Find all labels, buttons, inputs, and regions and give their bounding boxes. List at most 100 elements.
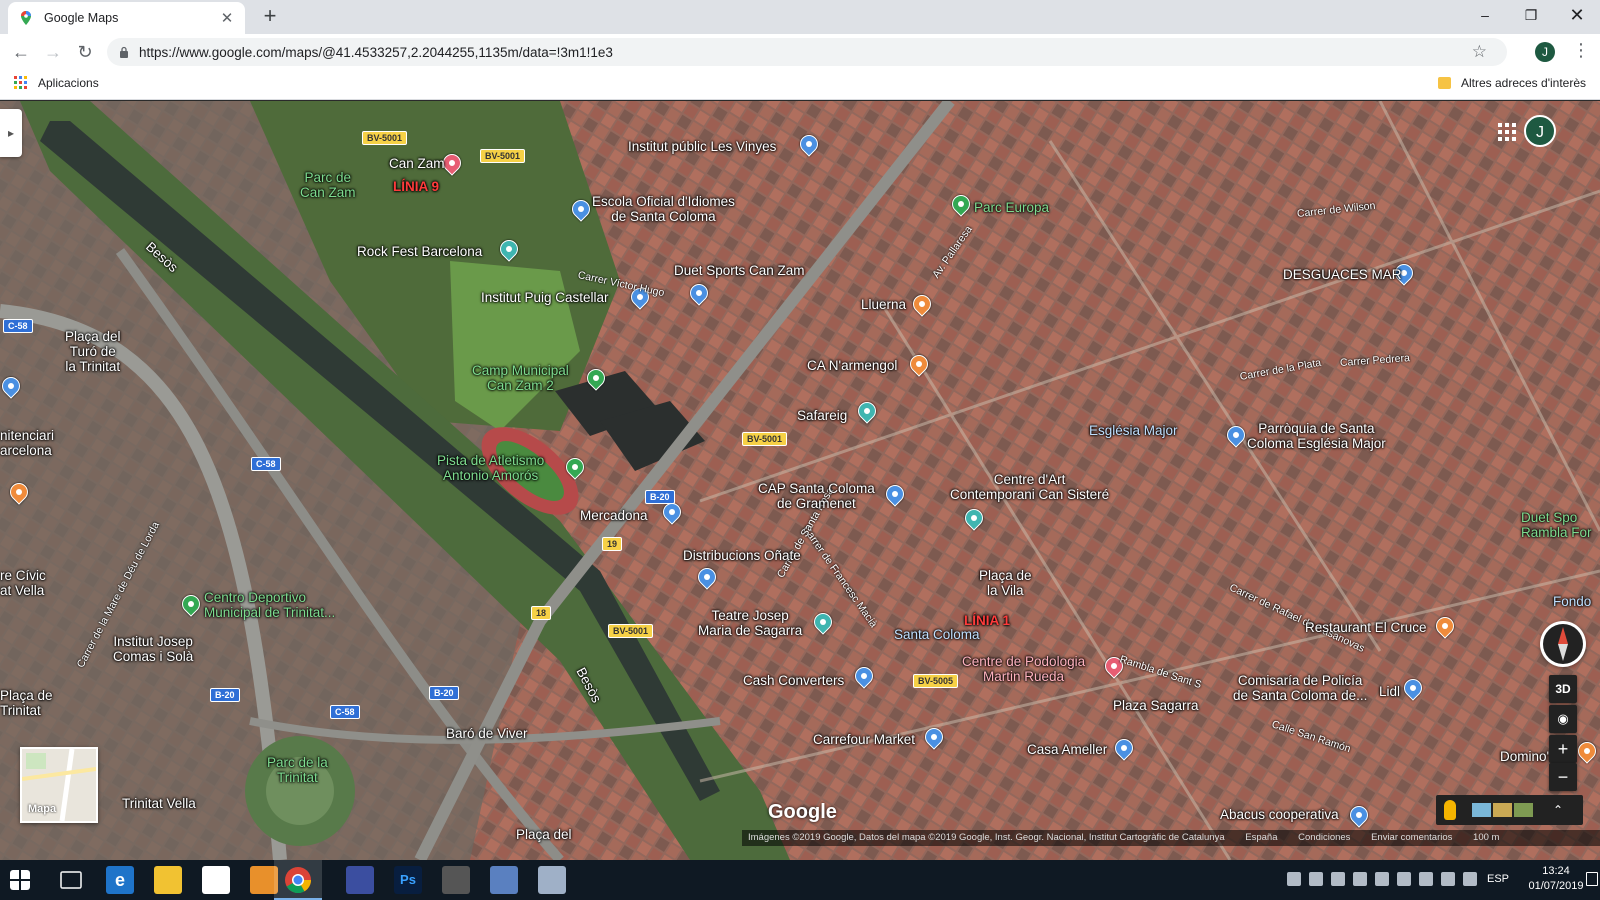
- map-label[interactable]: Parc de Can Zam: [300, 170, 356, 200]
- other-bookmarks[interactable]: Altres adreces d'interès: [1437, 76, 1586, 90]
- map-label[interactable]: LÍNIA 1: [964, 613, 1010, 628]
- map-label[interactable]: Institut Puig Castellar: [481, 290, 609, 305]
- tray-icon[interactable]: [1397, 872, 1411, 886]
- tray-icon[interactable]: [1309, 872, 1323, 886]
- notifications-icon[interactable]: [1586, 872, 1598, 886]
- map-label[interactable]: Parc Europa: [974, 200, 1049, 215]
- app-icon[interactable]: [490, 866, 518, 894]
- pegman-icon[interactable]: [1444, 800, 1456, 820]
- tab-google-maps[interactable]: Google Maps ✕: [8, 2, 245, 34]
- network-icon[interactable]: [1419, 872, 1433, 886]
- chrome-icon[interactable]: [284, 866, 312, 894]
- map-label[interactable]: Carrefour Market: [813, 732, 915, 747]
- tray-icon[interactable]: [1375, 872, 1389, 886]
- back-arrow-icon[interactable]: ←: [9, 40, 33, 64]
- map-label[interactable]: Plaça del Turó de la Trinitat: [65, 329, 121, 374]
- map-label[interactable]: Camp Municipal Can Zam 2: [472, 363, 569, 393]
- map-label[interactable]: Duet Sports Can Zam: [674, 263, 805, 278]
- compass-icon[interactable]: [1540, 621, 1586, 667]
- bookmark-star-icon[interactable]: ☆: [1472, 42, 1487, 62]
- google-apps-icon[interactable]: [1498, 123, 1516, 141]
- map-label[interactable]: Església Major: [1089, 423, 1178, 438]
- profile-avatar[interactable]: J: [1535, 42, 1555, 62]
- map-label[interactable]: Restaurant El Cruce: [1305, 620, 1427, 635]
- map-label[interactable]: Plaça de la Vila: [979, 568, 1032, 598]
- photoshop-icon[interactable]: Ps: [394, 866, 422, 894]
- tray-icon[interactable]: [1287, 872, 1301, 886]
- map-label[interactable]: Distribucions Oñate: [683, 548, 801, 563]
- paint-icon[interactable]: [538, 866, 566, 894]
- map-label[interactable]: Duet Spo Rambla For: [1521, 510, 1592, 540]
- tray-icon[interactable]: [1331, 872, 1345, 886]
- edge-icon[interactable]: e: [106, 866, 134, 894]
- collapse-side-panel-button[interactable]: ▸: [0, 109, 22, 157]
- map-label[interactable]: Cash Converters: [743, 673, 844, 688]
- map-label[interactable]: re Cívic at Vella: [0, 568, 46, 598]
- my-location-icon[interactable]: ◉: [1549, 705, 1577, 733]
- map-label[interactable]: Comisaría de Policía de Santa Coloma de.…: [1233, 673, 1367, 703]
- map-label[interactable]: Rock Fest Barcelona: [357, 244, 482, 259]
- map-label[interactable]: DESGUACES MAR: [1283, 267, 1402, 282]
- tilt-3d-button[interactable]: 3D: [1549, 675, 1577, 703]
- window-close-button[interactable]: ✕: [1554, 0, 1600, 30]
- windows-start-icon[interactable]: [10, 870, 30, 890]
- zoom-in-button[interactable]: +: [1549, 735, 1577, 763]
- zoom-out-button[interactable]: −: [1549, 763, 1577, 791]
- volume-icon[interactable]: [1441, 872, 1455, 886]
- map-label[interactable]: Abacus cooperativa: [1220, 807, 1339, 822]
- map-label[interactable]: Plaça del: [516, 827, 572, 842]
- store-icon[interactable]: [202, 866, 230, 894]
- map-label[interactable]: CA N'armengol: [807, 358, 897, 373]
- map-label[interactable]: Baró de Viver: [446, 726, 528, 741]
- map-label[interactable]: Casa Ameller: [1027, 742, 1107, 757]
- map-label[interactable]: Santa Coloma: [894, 627, 980, 642]
- map-label[interactable]: CAP Santa Coloma de Gramenet: [758, 481, 875, 511]
- map-label[interactable]: Parròquia de Santa Coloma Església Major: [1247, 421, 1386, 451]
- file-explorer-icon[interactable]: [154, 866, 182, 894]
- input-language[interactable]: ESP: [1487, 873, 1509, 885]
- map-label[interactable]: Lluerna: [861, 297, 906, 312]
- new-tab-button[interactable]: +: [258, 5, 282, 29]
- tab-close-icon[interactable]: ✕: [219, 9, 235, 27]
- task-view-icon[interactable]: [60, 871, 82, 889]
- map-label[interactable]: nitenciari arcelona: [0, 428, 54, 458]
- terms-link[interactable]: Condiciones: [1298, 832, 1350, 843]
- tray-icon[interactable]: [1353, 872, 1367, 886]
- imagery-thumb[interactable]: [1493, 803, 1512, 817]
- map-label[interactable]: Parc de la Trinitat: [267, 755, 328, 785]
- map-label[interactable]: Centre de Podologia Martin Rueda: [962, 654, 1085, 684]
- map-label[interactable]: Centro Deportivo Municipal de Trinitat..…: [204, 590, 335, 620]
- forward-arrow-icon[interactable]: →: [41, 40, 65, 64]
- map-label[interactable]: Teatre Josep Maria de Sagarra: [698, 608, 802, 638]
- map-label[interactable]: Safareig: [797, 408, 847, 423]
- map-label[interactable]: Institut Josep Comas i Solà: [113, 634, 193, 664]
- calculator-icon[interactable]: [442, 866, 470, 894]
- layer-switcher-map[interactable]: Mapa: [20, 747, 98, 823]
- window-maximize-button[interactable]: ❐: [1508, 0, 1554, 30]
- map-label[interactable]: Fondo: [1553, 594, 1591, 609]
- url-text[interactable]: https://www.google.com/maps/@41.4533257,…: [139, 45, 613, 60]
- keyboard-icon[interactable]: [1463, 872, 1477, 886]
- country-link[interactable]: España: [1245, 832, 1277, 843]
- window-minimize-button[interactable]: –: [1462, 0, 1508, 30]
- map-label[interactable]: Can Zam: [389, 156, 445, 171]
- map-label[interactable]: Plaça de Trinitat: [0, 688, 53, 718]
- chrome-menu-icon[interactable]: ⋮: [1572, 40, 1590, 61]
- app-icon[interactable]: [346, 866, 374, 894]
- map-label[interactable]: Trinitat Vella: [122, 796, 196, 811]
- scale-bar[interactable]: 100 m: [1473, 832, 1499, 843]
- apps-shortcut[interactable]: Aplicacions: [14, 76, 99, 90]
- account-avatar[interactable]: J: [1524, 115, 1556, 147]
- map-label[interactable]: Centre d'Art Contemporani Can Sisteré: [950, 472, 1109, 502]
- map-label[interactable]: Pista de Atletismo Antonio Amorós: [437, 453, 544, 483]
- feedback-link[interactable]: Enviar comentarios: [1371, 832, 1452, 843]
- map-canvas[interactable]: ▸ J BV-5001 BV-5001 BV-5001 BV-5001 BV-5…: [0, 101, 1600, 860]
- map-label[interactable]: Plaza Sagarra: [1113, 698, 1199, 713]
- chevron-up-icon[interactable]: ⌃: [1553, 803, 1563, 817]
- map-label[interactable]: LÍNIA 9: [393, 179, 439, 194]
- imagery-thumb[interactable]: [1472, 803, 1491, 817]
- map-label[interactable]: Institut públic Les Vinyes: [628, 139, 776, 154]
- imagery-thumb[interactable]: [1514, 803, 1533, 817]
- reload-icon[interactable]: ↻: [73, 40, 97, 64]
- address-bar[interactable]: https://www.google.com/maps/@41.4533257,…: [107, 38, 1507, 66]
